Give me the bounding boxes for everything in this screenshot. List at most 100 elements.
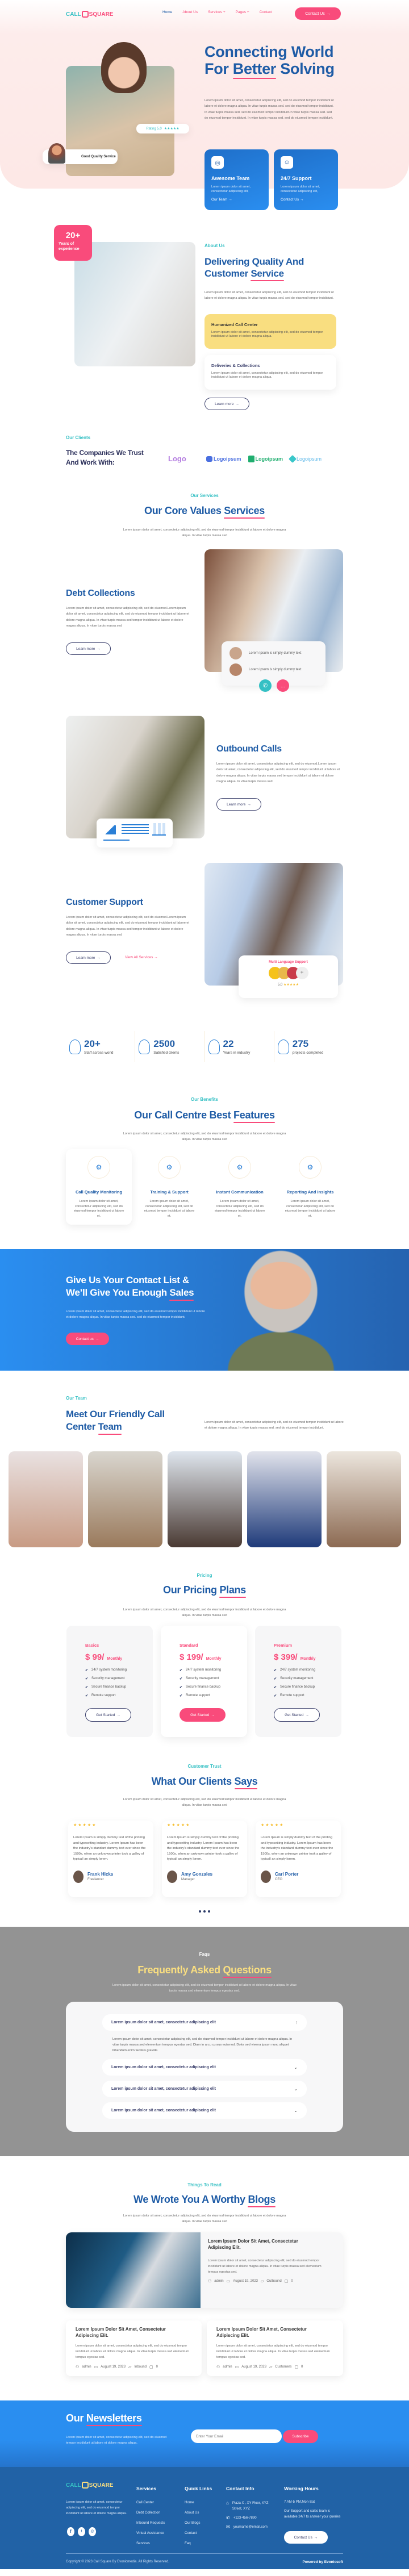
get-started-button[interactable]: Get Started → (85, 1708, 131, 1722)
add-icon[interactable]: + (295, 967, 308, 979)
arrow-right-icon: → (235, 402, 239, 406)
phone-chat-icon: ⚙ (228, 1156, 251, 1179)
footer-link[interactable]: Inbound Requests (136, 2521, 165, 2525)
arrow-right-icon: → (97, 955, 101, 960)
multi-language-card: Multi Language Support + 5.0 ★★★★★ (239, 955, 338, 998)
years-label: Years of experience (59, 242, 80, 251)
support-learn-more-button[interactable]: Learn more → (66, 951, 111, 964)
analytics-card (97, 819, 173, 847)
logo[interactable]: CALL SQUARE (66, 9, 113, 19)
arrow-right-icon: → (95, 1337, 99, 1341)
blog-card[interactable]: Lorem Ipsum Dolor Sit Amet, Consectetur … (66, 2320, 202, 2376)
carousel-dot[interactable] (208, 1910, 210, 1913)
phone-row[interactable]: ✆ +123-456-7890 (226, 2515, 277, 2521)
footer-link[interactable]: Virtual Assistance (136, 2531, 165, 2535)
hero-title-end: Solving (280, 60, 335, 77)
our-team-link[interactable]: Our Team → (211, 198, 262, 202)
facebook-icon[interactable]: f (67, 2527, 74, 2536)
subscribe-button[interactable]: Subscribe (283, 2430, 318, 2443)
banner-contact-button[interactable]: Contact us → (66, 1333, 109, 1345)
team-member-photo[interactable] (168, 1451, 242, 1547)
team-member-photo[interactable] (247, 1451, 322, 1547)
footer-link[interactable]: Call Center (136, 2500, 165, 2504)
nav-pages[interactable]: Pages + (236, 10, 249, 14)
team-member-photo[interactable] (9, 1451, 83, 1547)
team-member-photo[interactable] (327, 1451, 401, 1547)
team-member-photo[interactable] (88, 1451, 162, 1547)
button-label: Contact us (76, 1337, 94, 1341)
feature-label: Security management (280, 1677, 314, 1680)
card-text: Lorem ipsum dolor sit amet, consectetur … (211, 331, 323, 339)
nav-services[interactable]: Services + (208, 10, 226, 14)
chat-icon[interactable]: … (277, 679, 289, 692)
plan-feature: ✔ Remote support (274, 1694, 341, 1698)
faq-answer: Lorem ipsum dolor sit amet, consectetur … (112, 2038, 293, 2052)
check-icon: ✔ (180, 1686, 183, 1689)
carousel-dots[interactable] (199, 1910, 210, 1913)
blog-card[interactable]: Lorem Ipsum Dolor Sit Amet, Consectetur … (207, 2320, 343, 2376)
debt-learn-more-button[interactable]: Learn more → (66, 642, 111, 655)
pricing-text: Lorem ipsum dolor sit amet, consectetur … (123, 1608, 286, 1617)
get-started-button[interactable]: Get Started → (180, 1708, 226, 1722)
hero-cards: ◎ Awesome Team Lorem ipsum dolor sit ame… (204, 149, 338, 210)
stat-item: 275 projects completed (273, 1031, 343, 1062)
team-text: Lorem ipsum dolor sit amet, consectetur … (204, 1421, 344, 1430)
faq-item[interactable]: Lorem ipsum dolor sit amet, consectetur … (102, 2081, 307, 2097)
features-text: Lorem ipsum dolor sit amet, consectetur … (123, 1132, 286, 1141)
chevron-down-icon[interactable]: ⌄ (294, 2086, 298, 2091)
team-carousel[interactable] (9, 1451, 401, 1547)
twitter-icon[interactable]: t (78, 2527, 85, 2536)
testimonials-label: Customer Trust (187, 1764, 222, 1769)
text-lines-icon (122, 824, 149, 836)
nav-contact-button[interactable]: Contact Us → (295, 7, 341, 20)
footer-link[interactable]: Services (136, 2541, 165, 2545)
whatsapp-icon[interactable]: ✆ (259, 679, 272, 692)
view-all-services-link[interactable]: View All Services → (125, 955, 158, 959)
nav-about[interactable]: About Us (182, 10, 198, 14)
featured-blog-card[interactable]: Lorem Ipsum Dolor Sit Amet, Consectetur … (66, 2232, 343, 2308)
stat-text: 22 Years in industry (223, 1038, 251, 1055)
hero-title-highlight: Better (232, 60, 277, 79)
robot-icon (206, 456, 212, 462)
about-learn-more-button[interactable]: Learn more → (204, 398, 249, 410)
avatar (73, 1870, 84, 1883)
feature-label: Secure finance backup (186, 1685, 221, 1689)
stat-text: 2500 Satisfied clients (153, 1038, 179, 1055)
meta-category[interactable]: Inbound (134, 2365, 147, 2369)
footer-link[interactable]: Faq (185, 2541, 201, 2545)
carousel-dot[interactable] (199, 1910, 201, 1913)
email-row[interactable]: ✉ yourname@email.com (226, 2524, 277, 2530)
contact-us-link[interactable]: Contact Us → (281, 198, 331, 202)
meta-category[interactable]: Customers (275, 2365, 291, 2369)
footer-logo[interactable]: CALL SQUARE (66, 2482, 113, 2489)
chat-bubble-icon (81, 11, 89, 18)
chevron-down-icon[interactable]: ⌄ (294, 2065, 298, 2070)
feature-text: Lorem ipsum dolor sit amet, consectetur … (214, 1200, 265, 1218)
blog-text: Lorem ipsum dolor sit amet, consectetur … (208, 2259, 322, 2274)
faq-item[interactable]: Lorem ipsum dolor sit amet, consectetur … (102, 2014, 307, 2031)
footer-contact-button[interactable]: Contact Us → (284, 2531, 328, 2544)
nav-contact[interactable]: Contact (260, 10, 272, 14)
chevron-down-icon[interactable]: ⌄ (294, 2108, 298, 2113)
outbound-learn-more-button[interactable]: Learn more → (216, 798, 261, 811)
blog-meta: ⚇ admin ▭ August 19, 2023 ▱ Outbound ▢ 0 (208, 2279, 293, 2283)
get-started-button[interactable]: Get Started → (274, 1708, 320, 1722)
faq-item[interactable]: Lorem ipsum dolor sit amet, consectetur … (102, 2102, 307, 2119)
arrow-up-icon[interactable]: ↑ (295, 2020, 298, 2025)
testimonial-author: Carl Porter CEO (261, 1870, 336, 1883)
faq-item[interactable]: Lorem ipsum dolor sit amet, consectetur … (102, 2059, 307, 2076)
footer-link[interactable]: Contact (185, 2531, 201, 2535)
nav-home[interactable]: Home (162, 10, 172, 14)
footer-link[interactable]: Home (185, 2500, 201, 2504)
email-input[interactable] (191, 2429, 282, 2443)
footer-link[interactable]: Our Blogs (185, 2521, 201, 2525)
meta-category[interactable]: Outbound (266, 2279, 281, 2283)
feature-label: Remote support (186, 1694, 210, 1697)
instagram-icon[interactable]: ◎ (89, 2527, 96, 2536)
stat-value: 22 (223, 1038, 234, 1049)
footer-link[interactable]: Debt Collection (136, 2511, 165, 2515)
footer-link[interactable]: About Us (185, 2511, 201, 2515)
carousel-dot[interactable] (203, 1910, 206, 1913)
logo-text: Logoipsum (297, 456, 322, 462)
footer-hours-text: Our Support and sales team is available … (284, 2510, 341, 2519)
